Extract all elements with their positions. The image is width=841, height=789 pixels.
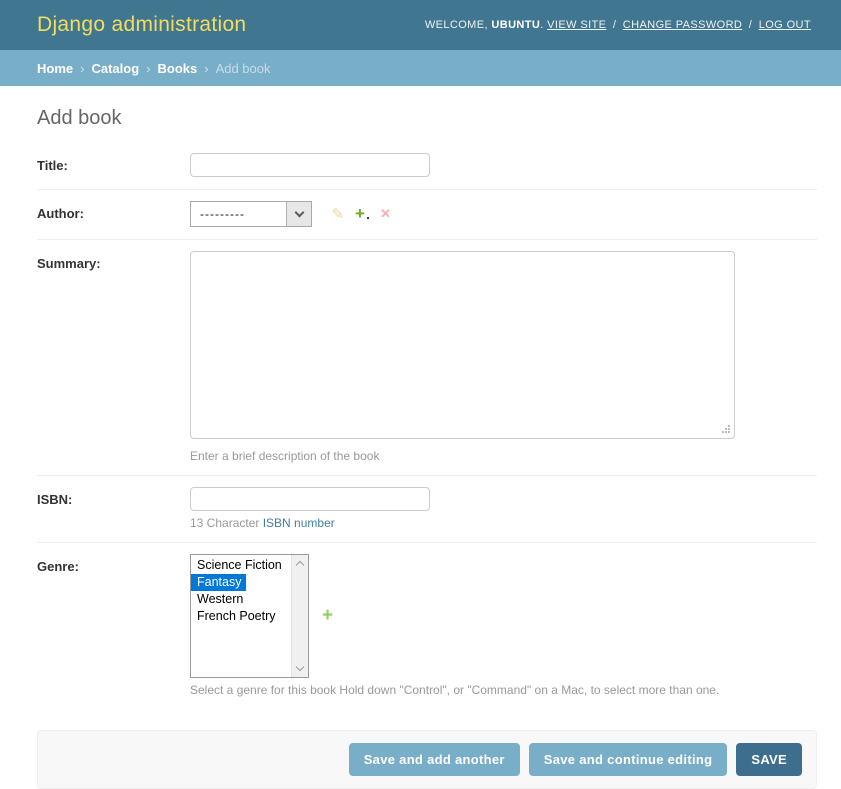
breadcrumb: Home › Catalog › Books › Add book [0, 50, 841, 86]
genre-option[interactable]: Fantasy [191, 574, 246, 591]
breadcrumb-books[interactable]: Books [157, 61, 197, 76]
breadcrumb-separator: › [204, 61, 208, 76]
breadcrumb-home[interactable]: Home [37, 61, 73, 76]
author-selected-option: --------- [191, 202, 286, 226]
summary-label: Summary: [37, 251, 190, 271]
scrollbar-down-icon[interactable] [296, 663, 304, 671]
view-site-link[interactable]: VIEW SITE [547, 19, 606, 31]
form-row-author: Author: --------- ✎ + ✕ [37, 190, 817, 240]
form-row-summary: Summary: Enter a brief description of th… [37, 240, 817, 476]
isbn-label: ISBN: [37, 487, 190, 507]
add-author-icon[interactable]: + [355, 207, 365, 221]
submit-row: Save and add another Save and continue e… [37, 730, 817, 789]
genre-help-text: Select a genre for this book Hold down "… [190, 683, 817, 697]
admin-header: Django administration WELCOME, UBUNTU. V… [0, 0, 841, 50]
listbox-scrollbar[interactable] [291, 555, 308, 677]
select-dropdown-button[interactable] [286, 202, 311, 226]
delete-author-icon[interactable]: ✕ [380, 206, 391, 222]
isbn-help-text: 13 Character ISBN number [190, 516, 817, 530]
isbn-input[interactable] [190, 487, 430, 511]
add-genre-icon[interactable]: + [322, 605, 333, 627]
logout-link[interactable]: LOG OUT [759, 19, 811, 31]
breadcrumb-separator: › [146, 61, 150, 76]
author-label: Author: [37, 201, 190, 221]
isbn-number-link[interactable]: ISBN number [263, 516, 335, 530]
change-password-link[interactable]: CHANGE PASSWORD [623, 19, 742, 31]
form-row-genre: Genre: Science Fiction Fantasy Western F… [37, 543, 817, 709]
dot-artifact [367, 217, 369, 219]
breadcrumb-separator: › [80, 61, 84, 76]
title-label: Title: [37, 153, 190, 173]
page-title: Add book [37, 107, 817, 130]
username: UBUNTU [491, 19, 540, 31]
genre-option[interactable]: French Poetry [191, 608, 280, 625]
summary-help-text: Enter a brief description of the book [190, 449, 817, 463]
save-continue-button[interactable]: Save and continue editing [529, 743, 728, 776]
form-row-title: Title: [37, 142, 817, 190]
title-input[interactable] [190, 153, 430, 177]
user-tools: WELCOME, UBUNTU. VIEW SITE / CHANGE PASS… [425, 19, 811, 31]
welcome-text: WELCOME, [425, 19, 488, 31]
save-add-another-button[interactable]: Save and add another [349, 743, 520, 776]
edit-author-icon[interactable]: ✎ [331, 205, 344, 223]
genre-label: Genre: [37, 554, 190, 574]
breadcrumb-current: Add book [216, 61, 271, 76]
form-row-isbn: ISBN: 13 Character ISBN number [37, 476, 817, 543]
genre-option[interactable]: Science Fiction [191, 557, 286, 574]
breadcrumb-catalog[interactable]: Catalog [91, 61, 139, 76]
save-button[interactable]: SAVE [736, 743, 802, 776]
site-brand[interactable]: Django administration [37, 13, 246, 37]
main-content: Add book Title: Author: --------- ✎ + ✕ … [0, 107, 841, 789]
genre-option[interactable]: Western [191, 591, 247, 608]
summary-textarea[interactable] [190, 251, 735, 439]
resize-grip-icon[interactable] [721, 424, 731, 434]
chevron-down-icon [294, 208, 304, 218]
scrollbar-up-icon[interactable] [296, 561, 304, 569]
related-object-icons: ✎ + ✕ [331, 205, 390, 223]
author-select[interactable]: --------- [190, 201, 312, 227]
genre-listbox[interactable]: Science Fiction Fantasy Western French P… [190, 554, 309, 678]
